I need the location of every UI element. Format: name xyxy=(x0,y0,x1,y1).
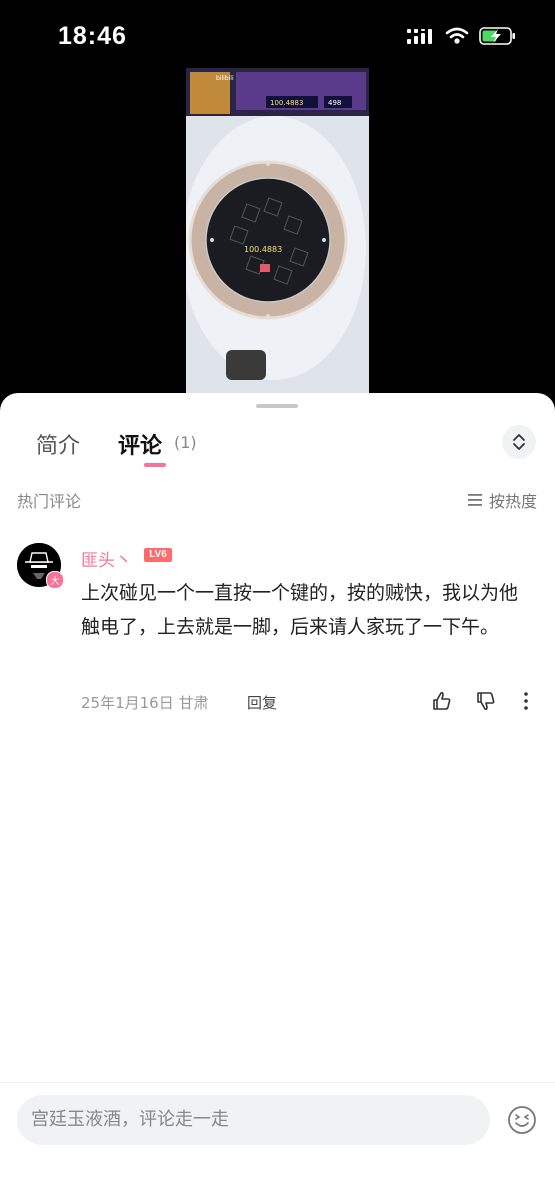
status-bar: 18:46 xyxy=(0,0,555,70)
avatar-badge: 大 xyxy=(46,571,64,589)
comment-meta: 25年1月16日 甘肃 xyxy=(81,694,209,712)
comment-username[interactable]: 匪头丶 xyxy=(81,546,132,571)
dislike-icon xyxy=(477,692,495,711)
more-button[interactable] xyxy=(518,690,534,712)
reply-button[interactable]: 回复 xyxy=(247,692,277,713)
comment-count: (1) xyxy=(174,433,197,452)
game-score: 100.4883 xyxy=(270,99,303,107)
video-frame: bilibili 100.4883 498 100.4883 xyxy=(186,68,369,393)
expand-icon xyxy=(513,434,525,450)
comment-text: 上次碰见一个一直按一个键的，按的贼快，我以为他触电了，上去就是一脚，后来请人家玩… xyxy=(81,582,519,638)
sort-icon xyxy=(467,494,482,506)
video-watermark: bilibili xyxy=(216,75,234,82)
status-icons xyxy=(407,26,517,46)
sheet-handle[interactable] xyxy=(256,404,298,408)
dislike-button[interactable] xyxy=(475,690,497,712)
emoji-button[interactable] xyxy=(507,1105,537,1139)
sort-label: 按热度 xyxy=(488,492,537,511)
tab-active-indicator xyxy=(144,463,166,467)
comments-sheet: 简介 评论 (1) 热门评论 按热度 大 匪头丶 LV6 上次碰见一个一直按一个… xyxy=(0,393,555,1201)
tab-comments[interactable]: 评论 xyxy=(118,428,162,460)
comment-input[interactable]: 宫廷玉液酒，评论走一走 xyxy=(17,1095,490,1145)
emoji-icon xyxy=(508,1106,536,1134)
machine-reading: 100.4883 xyxy=(244,245,282,254)
user-level-badge: LV6 xyxy=(144,548,172,562)
sort-button[interactable]: 按热度 xyxy=(467,488,537,512)
expand-button[interactable] xyxy=(502,425,536,459)
comment-input-bar: 宫廷玉液酒，评论走一走 xyxy=(0,1082,555,1201)
game-counter: 498 xyxy=(328,99,341,107)
hot-comments-title: 热门评论 xyxy=(17,492,82,511)
battery-charging-icon xyxy=(479,27,515,45)
wifi-icon xyxy=(445,27,469,44)
like-icon xyxy=(433,691,451,710)
like-button[interactable] xyxy=(431,690,453,712)
more-icon xyxy=(524,692,528,710)
tab-intro[interactable]: 简介 xyxy=(36,428,80,460)
video-player[interactable]: bilibili 100.4883 498 100.4883 xyxy=(186,68,369,393)
status-time: 18:46 xyxy=(58,22,127,50)
signal-icon xyxy=(407,29,432,44)
